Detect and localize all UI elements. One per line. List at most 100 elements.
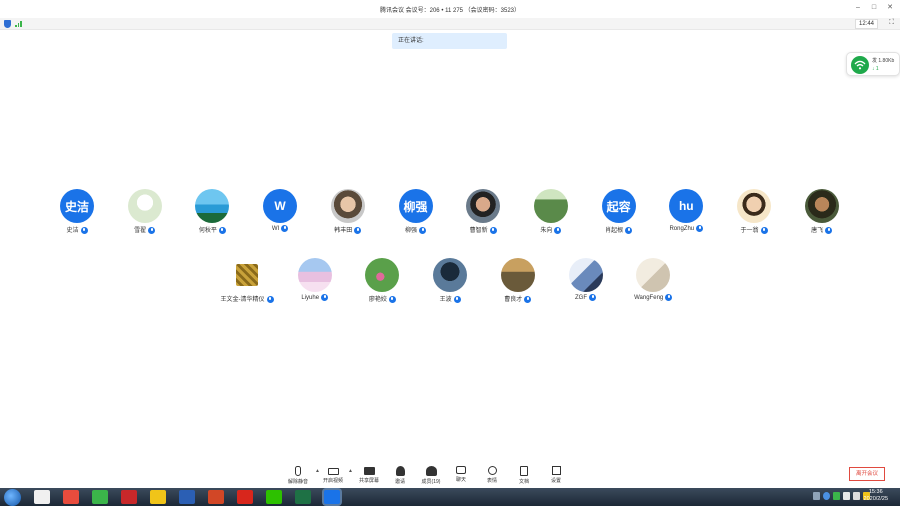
- participant-name: 朱向: [516, 225, 586, 234]
- participant-tile[interactable]: ZGF: [551, 258, 621, 310]
- network-icon[interactable]: [833, 492, 840, 500]
- car-app-icon[interactable]: [121, 490, 137, 504]
- toolbar-label: 共享屏幕: [358, 478, 379, 484]
- powerpoint-icon[interactable]: [208, 490, 224, 504]
- mic-icon: [218, 226, 226, 234]
- avatar: 史洁: [60, 189, 94, 223]
- minimize-button[interactable]: –: [854, 3, 862, 13]
- mic-icon: [321, 294, 329, 301]
- toolbar-label: 成员(19): [421, 479, 441, 485]
- participant-tile[interactable]: Liyuhe: [280, 258, 350, 310]
- browser-icon[interactable]: [92, 490, 108, 504]
- toolbar-label: 解除静音: [287, 479, 308, 485]
- folder-icon[interactable]: [150, 490, 166, 504]
- wechat-icon[interactable]: [266, 490, 282, 504]
- system-tray: [813, 492, 870, 500]
- avatar: [433, 258, 468, 292]
- volume-icon[interactable]: [853, 492, 860, 500]
- participant-name: 于一翁: [719, 225, 789, 234]
- close-button[interactable]: ✕: [886, 3, 894, 13]
- title-bar: 腾讯会议 会议号：206 • 11 275 （会议密码：3523） – □ ✕: [0, 0, 900, 18]
- network-speed: 发 1.80Kb: [872, 58, 895, 64]
- fullscreen-icon[interactable]: ⛶: [889, 19, 894, 27]
- mic-icon: [354, 226, 362, 234]
- camera-off-icon: [327, 468, 339, 475]
- participant-tile[interactable]: 曹智新: [448, 189, 518, 241]
- participant-name: 韩丰田: [313, 225, 383, 234]
- keyboard-icon[interactable]: [813, 492, 820, 500]
- meeting-toolbar: 解除静音 开启视频 共享屏幕 邀请 成员(19) 聊天 表情 文档 设置 ▲ ▲: [0, 462, 900, 488]
- participant-tile[interactable]: 唐飞: [787, 189, 857, 241]
- help-icon[interactable]: [823, 492, 830, 500]
- toolbar-button[interactable]: 开启视频: [318, 466, 348, 488]
- avatar: [297, 258, 332, 292]
- caret-up-icon[interactable]: ▲: [315, 468, 320, 474]
- participant-tile[interactable]: hu RongZhu: [651, 189, 721, 241]
- participant-tile[interactable]: W WI: [245, 189, 315, 241]
- pdf-icon[interactable]: [237, 490, 253, 504]
- participant-name: 何秋平: [177, 225, 247, 234]
- participant-name: 曹良才: [483, 294, 553, 303]
- participant-tile[interactable]: 柳强 柳强: [381, 189, 451, 241]
- tiles-icon[interactable]: [63, 490, 79, 504]
- leave-meeting-button[interactable]: 离开会议: [849, 467, 885, 481]
- participant-tile[interactable]: 廖艳姣: [347, 258, 417, 310]
- participant-tile[interactable]: 起容 肖起根: [584, 189, 654, 241]
- toolbar-button[interactable]: 表情: [477, 466, 507, 488]
- caret-up-icon[interactable]: ▲: [348, 468, 353, 474]
- avatar: [500, 258, 535, 292]
- shield-icon[interactable]: [4, 20, 11, 28]
- mic-icon: [696, 225, 704, 232]
- toolbar-button[interactable]: 聊天: [446, 466, 476, 488]
- document-icon: [520, 466, 528, 476]
- avatar: [737, 189, 771, 223]
- participant-tile[interactable]: 于一翁: [719, 189, 789, 241]
- mic-icon: [665, 294, 673, 301]
- signal-icon[interactable]: [15, 21, 22, 27]
- participant-tile[interactable]: 王波: [415, 258, 485, 310]
- toolbar-button[interactable]: 邀请: [385, 466, 415, 488]
- participant-tile[interactable]: 曹良才: [483, 258, 553, 310]
- avatar: [804, 189, 839, 223]
- tencent-meeting-icon[interactable]: [324, 490, 340, 504]
- participant-tile[interactable]: 朱向: [516, 189, 586, 241]
- participant-tile[interactable]: 韩丰田: [313, 189, 383, 241]
- participant-name: 唐飞: [787, 225, 857, 234]
- avatar: [127, 189, 162, 223]
- toolbar-button[interactable]: 解除静音: [283, 466, 313, 488]
- clock-time: 15:36: [868, 489, 883, 495]
- participant-tile[interactable]: 王文金-清华精仪: [212, 258, 282, 310]
- toolbar-button[interactable]: 共享屏幕: [354, 466, 384, 488]
- invite-icon: [395, 466, 405, 476]
- speaking-banner: 正在讲话:: [392, 33, 507, 49]
- word-icon[interactable]: [179, 490, 195, 504]
- mic-icon: [419, 226, 426, 234]
- toolbar-label: 表情: [486, 478, 497, 484]
- participant-tile[interactable]: 史洁 史洁: [42, 189, 112, 241]
- maximize-button[interactable]: □: [870, 3, 878, 13]
- network-status-card[interactable]: 发 1.80Kb ↓ 1: [846, 52, 900, 76]
- window-controls: – □ ✕: [854, 3, 894, 13]
- mic-icon: [453, 295, 461, 303]
- mic-icon: [589, 294, 596, 301]
- excel-icon[interactable]: [295, 490, 311, 504]
- participant-tile[interactable]: WangFeng: [618, 258, 688, 310]
- settings-icon: [551, 466, 561, 475]
- participant-name: 王波: [415, 294, 485, 303]
- avatar: 起容: [601, 189, 636, 223]
- participant-tile[interactable]: 雪翟: [110, 189, 180, 241]
- flag-icon[interactable]: [843, 492, 850, 500]
- taskbar-clock[interactable]: 15:36 2020/2/25: [864, 489, 888, 503]
- window-title: 腾讯会议 会议号：206 • 11 275 （会议密码：3523）: [379, 7, 521, 14]
- toolbar-button[interactable]: 设置: [541, 466, 571, 488]
- chat-icon: [456, 466, 466, 474]
- meeting-window: 腾讯会议 会议号：206 • 11 275 （会议密码：3523） – □ ✕ …: [0, 0, 900, 506]
- toolbar-button[interactable]: 成员(19): [416, 466, 446, 488]
- explorer-icon[interactable]: [34, 490, 50, 504]
- participant-tile[interactable]: 何秋平: [177, 189, 247, 241]
- start-button[interactable]: [4, 489, 21, 506]
- toolbar-label: 邀请: [394, 479, 405, 485]
- toolbar-button[interactable]: 文档: [509, 466, 539, 488]
- mic-icon: [388, 295, 396, 303]
- mic-icon: [148, 226, 156, 234]
